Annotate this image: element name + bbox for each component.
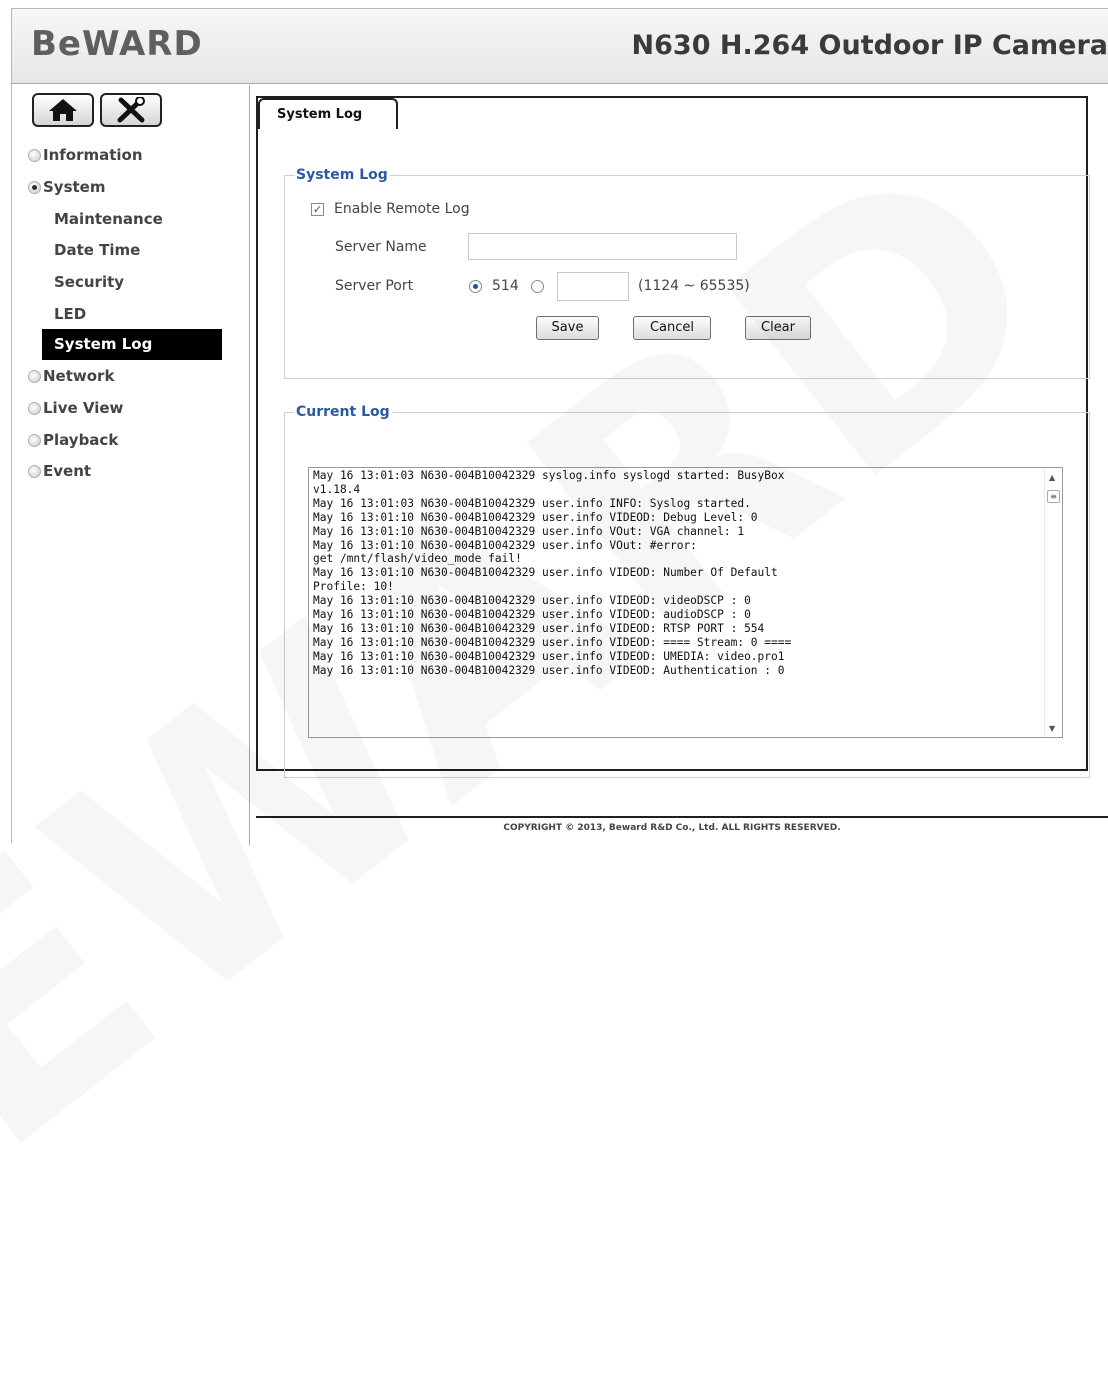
port-range-hint: (1124 ~ 65535): [638, 278, 750, 294]
server-name-input[interactable]: [468, 233, 737, 260]
nav-event[interactable]: Event: [28, 462, 91, 480]
server-name-label: Server Name: [335, 239, 427, 255]
scroll-thumb[interactable]: ≡: [1047, 490, 1060, 503]
home-button[interactable]: [32, 93, 94, 127]
collapsed-bullet-icon: [28, 433, 41, 447]
tools-button[interactable]: [100, 93, 162, 127]
section-legend: Current Log: [296, 404, 390, 420]
log-content: May 16 13:01:03 N630-004B10042329 syslog…: [313, 469, 792, 677]
server-port-label: Server Port: [335, 278, 414, 294]
camera-title: N630 H.264 Outdoor IP Camera: [631, 30, 1108, 61]
sidebar: Information System Maintenance Date Time…: [12, 85, 250, 845]
nav-system[interactable]: System: [28, 178, 105, 196]
enable-remote-log-checkbox[interactable]: ✓: [311, 203, 324, 216]
nav-playback[interactable]: Playback: [28, 431, 118, 449]
footer-copyright: COPYRIGHT © 2013, Beward R&D Co., Ltd. A…: [503, 823, 841, 833]
nav-live-view[interactable]: Live View: [28, 399, 123, 417]
sidebar-item-security[interactable]: Security: [54, 273, 124, 291]
collapsed-bullet-icon: [28, 369, 41, 383]
beward-logo: BeWARD: [31, 24, 203, 64]
sidebar-item-led[interactable]: LED: [54, 305, 86, 323]
nav-label: Playback: [43, 431, 119, 449]
port-default-label: 514: [492, 278, 519, 294]
tools-icon: [117, 97, 145, 123]
nav-label: Event: [43, 462, 92, 480]
sidebar-item-date-time[interactable]: Date Time: [54, 241, 140, 259]
clear-button[interactable]: Clear: [745, 316, 811, 340]
expanded-bullet-icon: [28, 180, 41, 194]
collapsed-bullet-icon: [28, 464, 41, 478]
log-scrollbar[interactable]: ▲ ≡ ▼: [1044, 468, 1062, 737]
nav-label: Information: [43, 146, 143, 164]
scroll-down-icon[interactable]: ▼: [1049, 724, 1055, 733]
log-textarea[interactable]: May 16 13:01:03 N630-004B10042329 syslog…: [308, 467, 1063, 738]
nav-label: Network: [43, 367, 115, 385]
port-default-radio[interactable]: [469, 280, 482, 293]
nav-network[interactable]: Network: [28, 367, 114, 385]
nav-information[interactable]: Information: [28, 146, 143, 164]
collapsed-bullet-icon: [28, 148, 41, 162]
save-button[interactable]: Save: [536, 316, 599, 340]
cancel-button[interactable]: Cancel: [633, 316, 711, 340]
custom-port-input[interactable]: [557, 272, 629, 301]
enable-remote-log-label: Enable Remote Log: [334, 201, 470, 217]
sidebar-item-maintenance[interactable]: Maintenance: [54, 210, 163, 228]
collapsed-bullet-icon: [28, 401, 41, 415]
scroll-up-icon[interactable]: ▲: [1049, 473, 1055, 482]
section-legend: System Log: [296, 167, 388, 183]
system-log-section: System Log: [284, 167, 1090, 379]
nav-label: Live View: [43, 399, 124, 417]
tab-system-log[interactable]: System Log: [258, 98, 398, 129]
header: BeWARD N630 H.264 Outdoor IP Camera: [12, 9, 1108, 84]
sidebar-item-system-log[interactable]: System Log: [42, 329, 222, 360]
home-icon: [49, 99, 77, 121]
nav-label: System: [43, 178, 106, 196]
port-custom-radio[interactable]: [531, 280, 544, 293]
footer-divider: [256, 816, 1108, 818]
